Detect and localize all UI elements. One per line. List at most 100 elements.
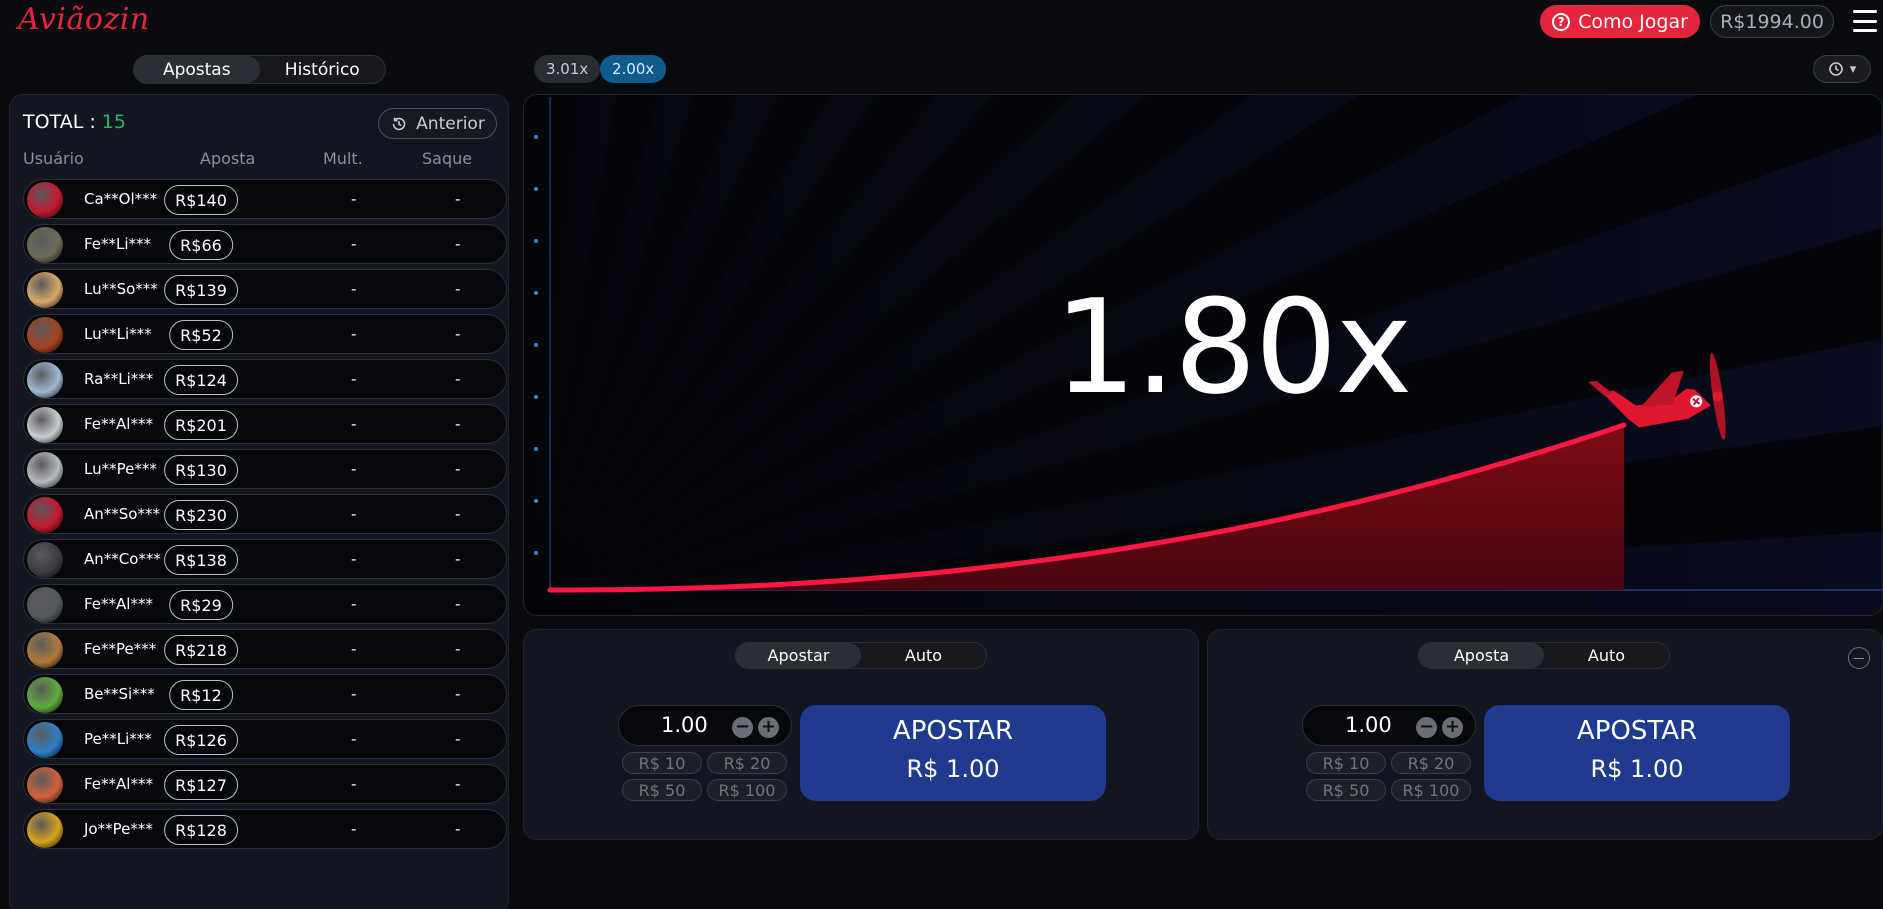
- avatar: [27, 272, 63, 308]
- table-row: Fe**Al*** R$127 - -: [23, 764, 507, 804]
- cashout-cell: -: [455, 775, 461, 793]
- menu-icon[interactable]: [1853, 10, 1877, 32]
- username: An**So***: [84, 505, 160, 523]
- tab-auto[interactable]: Auto: [1544, 643, 1669, 668]
- tab-apostas[interactable]: Apostas: [134, 56, 260, 83]
- avatar: [27, 362, 63, 398]
- multiplier-cell: -: [351, 685, 357, 703]
- quick-amount-button[interactable]: R$ 50: [622, 779, 702, 801]
- apostar-amount: R$ 1.00: [1590, 755, 1684, 783]
- quick-amount-button[interactable]: R$ 10: [622, 752, 702, 774]
- multiplier-cell: -: [351, 505, 357, 523]
- decrease-button[interactable]: −: [1416, 717, 1437, 738]
- chevron-down-icon: ▾: [1849, 61, 1857, 77]
- y-axis-tick: [534, 395, 538, 399]
- y-axis-tick: [534, 187, 538, 191]
- bet-amount-badge: R$138: [164, 545, 238, 575]
- table-row: Be**Si*** R$12 - -: [23, 674, 507, 714]
- history-chip[interactable]: 3.01x: [534, 55, 601, 83]
- bet-amount-badge: R$124: [164, 365, 238, 395]
- table-row: Fe**Al*** R$201 - -: [23, 404, 507, 444]
- table-row: Pe**Li*** R$126 - -: [23, 719, 507, 759]
- multiplier-cell: -: [351, 730, 357, 748]
- quick-amount-button[interactable]: R$ 50: [1306, 779, 1386, 801]
- multiplier-cell: -: [351, 370, 357, 388]
- remove-panel-icon[interactable]: [1848, 647, 1870, 669]
- quick-amount-button[interactable]: R$ 20: [707, 752, 787, 774]
- cashout-cell: -: [455, 595, 461, 613]
- avatar: [27, 227, 63, 263]
- username: Ra**Li***: [84, 370, 154, 388]
- apostar-label: APOSTAR: [1576, 716, 1698, 746]
- quick-amount-button[interactable]: R$ 100: [707, 779, 787, 801]
- anterior-button[interactable]: Anterior: [378, 108, 497, 139]
- tab-historico[interactable]: Histórico: [260, 56, 386, 83]
- y-axis-tick: [534, 135, 538, 139]
- apostar-label: APOSTAR: [892, 716, 1014, 746]
- total-value: 15: [101, 111, 126, 133]
- table-row: Lu**Li*** R$52 - -: [23, 314, 507, 354]
- bet-amount-badge: R$230: [164, 500, 238, 530]
- bet-amount-badge: R$139: [164, 275, 238, 305]
- table-row: Fe**Al*** R$29 - -: [23, 584, 507, 624]
- apostar-button[interactable]: APOSTAR R$ 1.00: [800, 705, 1106, 801]
- tab-aposta[interactable]: Aposta: [1419, 643, 1544, 668]
- multiplier-cell: -: [351, 325, 357, 343]
- history-dropdown[interactable]: ▾: [1813, 55, 1871, 83]
- y-axis-tick: [534, 499, 538, 503]
- stake-value[interactable]: 1.00: [1345, 713, 1392, 737]
- cashout-cell: -: [455, 640, 461, 658]
- quick-amount-button[interactable]: R$ 100: [1391, 779, 1471, 801]
- tab-auto[interactable]: Auto: [861, 643, 986, 668]
- increase-button[interactable]: +: [758, 717, 779, 738]
- multiplier-cell: -: [351, 775, 357, 793]
- table-row: Fe**Li*** R$66 - -: [23, 224, 507, 264]
- quick-amount-button[interactable]: R$ 20: [1391, 752, 1471, 774]
- stake-stepper[interactable]: 1.00 − +: [1302, 705, 1476, 746]
- multiplier-cell: -: [351, 235, 357, 253]
- multiplier-cell: -: [351, 415, 357, 433]
- history-icon: [392, 117, 406, 130]
- table-row: Lu**Pe*** R$130 - -: [23, 449, 507, 489]
- avatar: [27, 497, 63, 533]
- table-row: An**So*** R$230 - -: [23, 494, 507, 534]
- bets-tabs: Apostas Histórico: [133, 55, 386, 84]
- col-aposta: Aposta: [200, 149, 256, 168]
- avatar: [27, 722, 63, 758]
- avatar: [27, 182, 63, 218]
- username: Lu**Pe***: [84, 460, 157, 478]
- table-row: Ra**Li*** R$124 - -: [23, 359, 507, 399]
- multiplier-cell: -: [351, 820, 357, 838]
- logo: Aviãozin: [18, 2, 150, 37]
- username: Jo**Pe***: [84, 820, 153, 838]
- username: An**Co***: [84, 550, 161, 568]
- col-usuario: Usuário: [23, 149, 84, 168]
- decrease-button[interactable]: −: [732, 717, 753, 738]
- table-row: Lu**So*** R$139 - -: [23, 269, 507, 309]
- quick-amount-button[interactable]: R$ 10: [1306, 752, 1386, 774]
- cashout-cell: -: [455, 730, 461, 748]
- apostar-button[interactable]: APOSTAR R$ 1.00: [1484, 705, 1790, 801]
- stake-value[interactable]: 1.00: [661, 713, 708, 737]
- y-axis-tick: [534, 551, 538, 555]
- bet-amount-badge: R$126: [164, 725, 238, 755]
- bet-amount-badge: R$12: [169, 680, 233, 710]
- history-chip[interactable]: 2.00x: [600, 55, 667, 83]
- avatar: [27, 677, 63, 713]
- multiplier-cell: -: [351, 460, 357, 478]
- avatar: [27, 452, 63, 488]
- cashout-cell: -: [455, 505, 461, 523]
- increase-button[interactable]: +: [1442, 717, 1463, 738]
- bet-panel-2: Aposta Auto 1.00 − + R$ 10 R$ 20 R$ 50 R…: [1207, 629, 1883, 840]
- game-canvas: 1.80x: [523, 94, 1883, 616]
- avatar: [27, 542, 63, 578]
- tab-apostar[interactable]: Apostar: [736, 643, 861, 668]
- bet-amount-badge: R$201: [164, 410, 238, 440]
- bet-amount-badge: R$140: [164, 185, 238, 215]
- help-icon: ?: [1552, 12, 1571, 31]
- cashout-cell: -: [455, 235, 461, 253]
- como-jogar-button[interactable]: ? Como Jogar: [1540, 5, 1700, 38]
- bet-amount-badge: R$130: [164, 455, 238, 485]
- stake-stepper[interactable]: 1.00 − +: [618, 705, 792, 746]
- y-axis-tick: [534, 291, 538, 295]
